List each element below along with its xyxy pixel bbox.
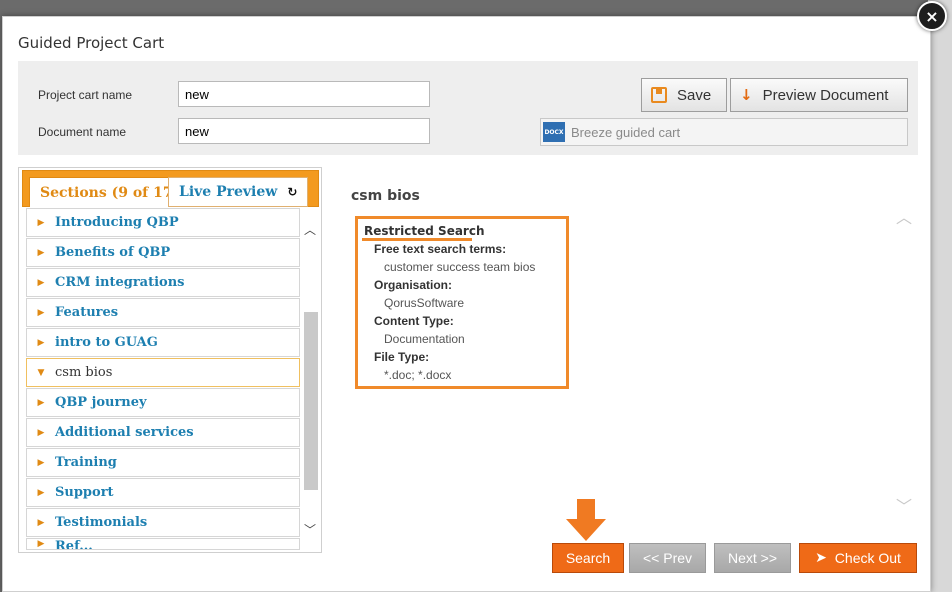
criteria-value-organisation: QorusSoftware [384, 296, 465, 310]
section-item-label: CRM integrations [55, 275, 185, 290]
content-scroll-down-icon[interactable]: ﹀ [896, 493, 912, 517]
criteria-value-content-type: Documentation [384, 332, 465, 346]
document-name-label: Document name [38, 125, 127, 139]
content-scroll-up-icon[interactable]: ︿ [896, 204, 912, 228]
search-criteria-box: Restricted Search Free text search terms… [355, 216, 569, 389]
scroll-down-arrow[interactable]: ﹀ [302, 520, 318, 538]
criteria-value-free-text: customer success team bios [384, 260, 536, 274]
prev-button[interactable]: << Prev [629, 543, 706, 573]
sections-panel: Sections (9 of 17) Live Preview ↻ ▶ Intro… [18, 167, 322, 553]
section-item-label: Additional services [55, 425, 194, 440]
section-item-label: Benefits of QBP [55, 245, 171, 260]
preview-document-button[interactable]: ↓ Preview Document [730, 78, 908, 112]
criteria-heading-underline [362, 238, 472, 241]
next-button[interactable]: Next >> [714, 543, 791, 573]
criteria-value-file-type: *.doc; *.docx [384, 368, 452, 382]
chevron-right-icon: ▶ [37, 247, 45, 258]
section-item-support[interactable]: ▶ Support [26, 478, 300, 507]
section-item-additional-services[interactable]: ▶ Additional services [26, 418, 300, 447]
section-item-label: Features [55, 305, 119, 320]
section-item-references[interactable]: ▶ Ref... [26, 538, 300, 550]
section-item-label: Support [55, 485, 114, 500]
chevron-right-icon: ▶ [37, 539, 45, 549]
document-name-input[interactable]: new [178, 118, 430, 144]
chevron-right-icon: ▶ [37, 337, 45, 348]
section-item-label: csm bios [55, 365, 113, 380]
save-button[interactable]: Save [641, 78, 727, 112]
close-icon: × [925, 6, 939, 26]
criteria-key-free-text: Free text search terms: [374, 242, 507, 256]
section-item-introducing-qbp[interactable]: ▶ Introducing QBP [26, 208, 300, 237]
criteria-key-content-type: Content Type: [374, 314, 454, 328]
section-item-crm-integrations[interactable]: ▶ CRM integrations [26, 268, 300, 297]
template-selector[interactable]: DOCX Breeze guided cart [540, 118, 908, 146]
close-button[interactable]: × [917, 1, 947, 31]
template-name: Breeze guided cart [571, 124, 681, 140]
scrollbar-thumb[interactable] [304, 312, 318, 490]
section-item-label: Training [55, 455, 117, 470]
search-button-label: Search [565, 550, 611, 566]
tab-live-preview[interactable]: Live Preview ↻ [168, 177, 309, 207]
refresh-icon[interactable]: ↻ [287, 185, 297, 199]
criteria-heading: Restricted Search [364, 224, 485, 238]
section-item-label: Testimonials [55, 515, 148, 530]
chevron-right-icon: ▶ [37, 307, 45, 318]
criteria-key-organisation: Organisation: [374, 278, 453, 292]
chevron-down-icon: ▼ [37, 367, 45, 378]
chevron-right-icon: ▶ [37, 457, 45, 468]
section-item-benefits-of-qbp[interactable]: ▶ Benefits of QBP [26, 238, 300, 267]
scroll-up-arrow[interactable]: ︿ [302, 220, 318, 238]
guided-project-cart-dialog: Guided Project Cart Project cart name ne… [2, 16, 931, 592]
tab-live-preview-label: Live Preview [179, 184, 278, 200]
chevron-right-icon: ▶ [37, 517, 45, 528]
chevron-right-icon: ▶ [37, 217, 45, 228]
dialog-title: Guided Project Cart [18, 34, 165, 52]
cart-form-panel: Project cart name new Document name new … [18, 61, 918, 155]
download-arrow-icon: ↓ [740, 86, 753, 104]
project-cart-name-label: Project cart name [38, 88, 133, 102]
next-button-label: Next >> [727, 550, 778, 566]
section-item-label: Introducing QBP [55, 215, 179, 230]
section-item-label: Ref... [55, 539, 93, 550]
section-item-features[interactable]: ▶ Features [26, 298, 300, 327]
chevron-right-icon: ▶ [37, 277, 45, 288]
prev-button-label: << Prev [642, 550, 693, 566]
send-icon: ➤ [815, 550, 827, 566]
chevron-right-icon: ▶ [37, 487, 45, 498]
section-content-title: csm bios [351, 188, 420, 204]
section-item-qbp-journey[interactable]: ▶ QBP journey [26, 388, 300, 417]
check-out-button[interactable]: ➤ Check Out [799, 543, 917, 573]
search-button[interactable]: Search [552, 543, 624, 573]
section-item-training[interactable]: ▶ Training [26, 448, 300, 477]
section-item-csm-bios[interactable]: ▼ csm bios [26, 358, 300, 387]
chevron-right-icon: ▶ [37, 427, 45, 438]
tab-sections[interactable]: Sections (9 of 17) [29, 177, 191, 207]
tab-sections-label: Sections (9 of 17) [40, 184, 180, 201]
save-button-label: Save [677, 86, 712, 104]
preview-document-label: Preview Document [762, 86, 889, 104]
section-item-testimonials[interactable]: ▶ Testimonials [26, 508, 300, 537]
section-item-label: intro to GUAG [55, 335, 158, 350]
docx-file-icon: DOCX [543, 122, 565, 142]
pointer-arrow-icon [566, 499, 606, 541]
background-strip [928, 0, 952, 592]
criteria-key-file-type: File Type: [374, 350, 430, 364]
floppy-disk-icon [651, 87, 667, 103]
section-item-label: QBP journey [55, 395, 147, 410]
chevron-right-icon: ▶ [37, 397, 45, 408]
check-out-label: Check Out [834, 550, 901, 566]
project-cart-name-input[interactable]: new [178, 81, 430, 107]
sections-tabbar: Sections (9 of 17) Live Preview ↻ [22, 170, 319, 207]
section-item-intro-to-guag[interactable]: ▶ intro to GUAG [26, 328, 300, 357]
